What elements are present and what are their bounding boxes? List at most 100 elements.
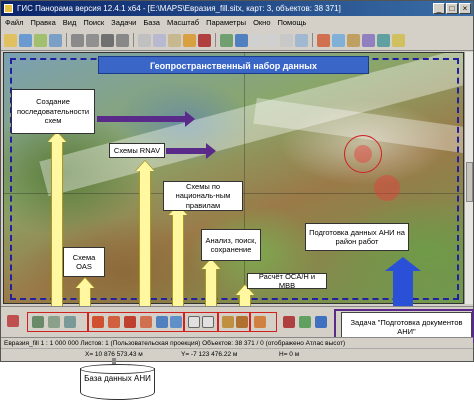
sequence-tool-icon[interactable]: [32, 316, 44, 328]
national-edit-icon[interactable]: [156, 316, 168, 328]
save-result-icon[interactable]: [202, 316, 214, 328]
arrow-rnav-shaft: [139, 169, 151, 309]
screenshot-root: ГИС Панорама версия 12.4.1 x64 - [E:\MAP…: [0, 0, 474, 404]
arrow-rnav-head: [136, 161, 154, 171]
3d-view-icon[interactable]: [362, 33, 375, 47]
rnav-arrival-icon[interactable]: [92, 316, 104, 328]
callout-sequence: Создание последовательности схем: [11, 89, 95, 134]
callout-oas: Схема OAS: [63, 247, 105, 277]
status-bar: Евразия_fill 1 : 1 000 000 Листов: 1 (По…: [1, 337, 473, 348]
callout-oca: Расчёт OCA/H и МВВ: [247, 272, 327, 290]
menu-bar: Файл Правка Вид Поиск Задачи База Масшта…: [1, 16, 473, 29]
title-bar[interactable]: ГИС Панорама версия 12.4.1 x64 - [E:\MAP…: [1, 1, 473, 16]
database-cylinder-top: [80, 364, 155, 374]
rnav-approach-icon[interactable]: [124, 316, 136, 328]
map-list-icon[interactable]: [49, 33, 62, 47]
zoom-out-icon[interactable]: [265, 33, 278, 47]
menu-parameters[interactable]: Параметры: [206, 16, 246, 29]
purple-arrow-sequence-head: [185, 111, 195, 127]
arrow-sequence-shaft: [51, 141, 63, 309]
app-window: ГИС Панорама версия 12.4.1 x64 - [E:\MAP…: [0, 0, 474, 362]
coordinate-bar: X= 10 876 573.43 м Y= -7 123 476.22 м H=…: [1, 348, 473, 359]
maximize-button[interactable]: □: [446, 3, 458, 14]
arrow-analysis-shaft: [205, 267, 217, 309]
callout-analysis: Анализ, поиск, сохранение: [201, 229, 261, 261]
menu-file[interactable]: Файл: [5, 16, 23, 29]
cut-icon[interactable]: [138, 33, 151, 47]
info-icon[interactable]: [332, 33, 345, 47]
search-object-icon[interactable]: [188, 316, 200, 328]
purple-arrow-rnav-head: [206, 143, 216, 159]
purple-arrow-rnav-shaft: [166, 148, 206, 154]
task-group-divider: [87, 312, 89, 332]
export-icon[interactable]: [86, 33, 99, 47]
report-icon[interactable]: [254, 316, 266, 328]
settings-icon[interactable]: [392, 33, 405, 47]
callout-national: Схемы по националь-ным правилам: [163, 181, 243, 211]
task-group-divider: [249, 312, 251, 332]
callout-rnav: Схемы RNAV: [109, 143, 165, 158]
scrollbar-thumb[interactable]: [466, 162, 473, 202]
task-group-divider: [183, 312, 185, 332]
task-menu-icon[interactable]: [7, 315, 19, 327]
menu-window[interactable]: Окно: [253, 16, 270, 29]
blue-arrow-head: [385, 257, 421, 271]
legend-icon[interactable]: [377, 33, 390, 47]
search-icon[interactable]: [235, 33, 248, 47]
main-toolbar: [1, 30, 473, 51]
window-title: ГИС Панорама версия 12.4.1 x64 - [E:\MAP…: [17, 4, 341, 13]
callout-ani-prep: Подготовка данных АНИ на район работ: [305, 223, 409, 251]
dataset-title: Геопространственный набор данных: [98, 56, 369, 74]
minimize-button[interactable]: _: [433, 3, 445, 14]
coord-y: Y= -7 123 476.22 м: [181, 351, 238, 358]
app-icon: [4, 4, 13, 13]
arrow-oas-head: [76, 278, 94, 288]
rnav-departure-icon[interactable]: [108, 316, 120, 328]
sequence-edit-icon[interactable]: [48, 316, 60, 328]
toolbar-separator: [312, 33, 313, 47]
sequence-view-icon[interactable]: [64, 316, 76, 328]
database-label: База данных АНИ: [84, 374, 151, 383]
menu-database[interactable]: База: [143, 16, 160, 29]
arrow-national-shaft: [172, 213, 184, 309]
coord-h: H= 0 м: [279, 351, 300, 358]
mva-calc-icon[interactable]: [236, 316, 248, 328]
vertical-scrollbar[interactable]: [464, 52, 473, 304]
open-map-icon[interactable]: [4, 33, 17, 47]
menu-tasks[interactable]: Задачи: [111, 16, 136, 29]
measure-icon[interactable]: [317, 33, 330, 47]
toolbar-separator: [215, 33, 216, 47]
menu-search[interactable]: Поиск: [83, 16, 104, 29]
layers-icon[interactable]: [34, 33, 47, 47]
national-view-icon[interactable]: [170, 316, 182, 328]
save-icon[interactable]: [19, 33, 32, 47]
ani-check-icon[interactable]: [299, 316, 311, 328]
copy-icon[interactable]: [153, 33, 166, 47]
pan-icon[interactable]: [295, 33, 308, 47]
toolbar-separator: [66, 33, 67, 47]
task-group-divider: [217, 312, 219, 332]
edit-object-icon[interactable]: [183, 33, 196, 47]
ani-task-label[interactable]: Задача "Подготовка документов АНИ": [341, 312, 472, 340]
menu-edit[interactable]: Правка: [30, 16, 55, 29]
oca-calc-icon[interactable]: [222, 316, 234, 328]
national-scheme-icon[interactable]: [140, 316, 152, 328]
zoom-in-icon[interactable]: [250, 33, 263, 47]
import-icon[interactable]: [101, 33, 114, 47]
delete-icon[interactable]: [198, 33, 211, 47]
ani-doc-icon[interactable]: [315, 316, 327, 328]
profile-icon[interactable]: [347, 33, 360, 47]
toolbar-separator: [133, 33, 134, 47]
ani-tool-icon[interactable]: [283, 316, 295, 328]
convert-icon[interactable]: [116, 33, 129, 47]
print-icon[interactable]: [71, 33, 84, 47]
select-icon[interactable]: [220, 33, 233, 47]
menu-scale[interactable]: Масштаб: [167, 16, 199, 29]
menu-help[interactable]: Помощь: [278, 16, 307, 29]
blue-arrow-shaft: [393, 269, 413, 309]
close-button[interactable]: ×: [459, 3, 471, 14]
menu-view[interactable]: Вид: [63, 16, 77, 29]
scale-1-1-icon[interactable]: [280, 33, 293, 47]
paste-icon[interactable]: [168, 33, 181, 47]
purple-arrow-sequence-shaft: [97, 116, 185, 122]
